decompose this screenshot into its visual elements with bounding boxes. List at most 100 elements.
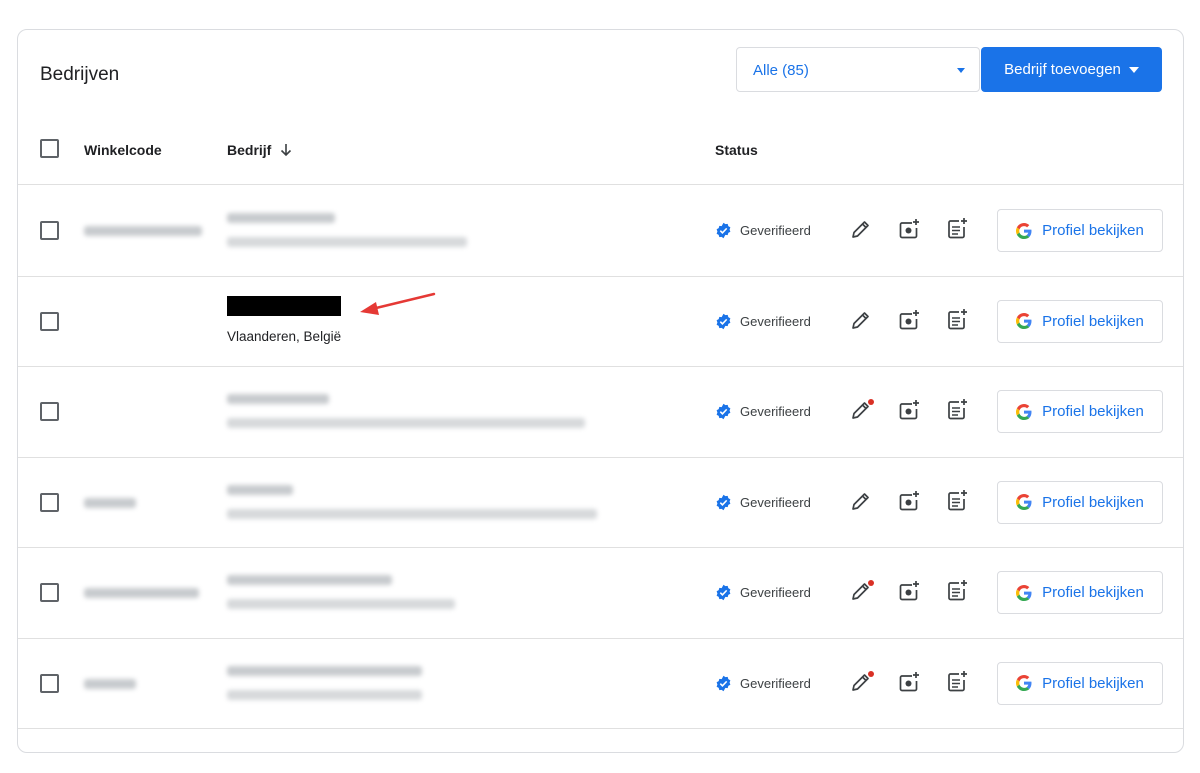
- blurred-store-code: [84, 497, 136, 508]
- status-cell: Geverifieerd: [715, 222, 811, 239]
- add-post-icon: [948, 670, 967, 691]
- blurred-store-code: [84, 588, 199, 598]
- caret-down-icon: [957, 68, 965, 73]
- google-g-logo: [1016, 403, 1032, 420]
- verified-badge-icon: [716, 313, 731, 329]
- column-header-company-label: Bedrijf: [227, 142, 272, 158]
- column-header-store-code[interactable]: Winkelcode: [84, 142, 162, 158]
- blurred-store-code: [84, 226, 202, 236]
- blurred-company-address: [227, 418, 585, 428]
- google-g-logo: [1016, 313, 1032, 329]
- edit-button[interactable]: [849, 489, 873, 513]
- view-profile-label: Profiel bekijken: [1042, 403, 1144, 420]
- column-header-status[interactable]: Status: [715, 142, 758, 158]
- edit-button[interactable]: [849, 579, 874, 603]
- add-post-icon: [948, 580, 967, 601]
- blurred-company-address: [227, 508, 597, 519]
- add-photo-button[interactable]: [897, 670, 921, 694]
- add-post-button[interactable]: [945, 217, 969, 241]
- table-header: Winkelcode Bedrijf Status: [18, 129, 1183, 185]
- row-checkbox[interactable]: [40, 311, 59, 331]
- add-photo-button[interactable]: [897, 398, 921, 422]
- add-post-icon: [948, 489, 967, 510]
- blurred-company-name: [227, 665, 422, 676]
- add-post-button[interactable]: [945, 398, 969, 422]
- verified-badge-icon: [716, 403, 731, 420]
- edit-button[interactable]: [849, 308, 873, 332]
- table-row[interactable]: Geverifieerd: [18, 277, 1183, 367]
- status-cell: Geverifieerd: [715, 313, 811, 330]
- table-row[interactable]: Geverifieerd: [18, 639, 1183, 729]
- status-label: Geverifieerd: [740, 675, 811, 691]
- view-profile-button[interactable]: Profiel bekijken: [997, 661, 1163, 705]
- google-g-logo: [1016, 584, 1032, 601]
- table-row[interactable]: Geverifieerd: [18, 458, 1183, 548]
- filter-selected-value: Alle (85): [753, 62, 809, 79]
- row-checkbox[interactable]: [40, 673, 59, 693]
- table-row[interactable]: Geverifieerd: [18, 186, 1183, 277]
- select-all-checkbox[interactable]: [40, 139, 59, 158]
- status-cell: Geverifieerd: [715, 494, 811, 511]
- verified-badge-icon: [716, 222, 731, 239]
- caret-down-icon: [1128, 66, 1139, 73]
- annotation-arrow-icon: [360, 292, 436, 315]
- blurred-company-address: [227, 689, 422, 700]
- status-label: Geverifieerd: [740, 404, 811, 419]
- table-row[interactable]: Geverifieerd: [18, 367, 1183, 458]
- notification-dot: [868, 580, 874, 586]
- blurred-company-name: [227, 575, 392, 585]
- blurred-company-name: [227, 484, 293, 495]
- status-cell: Geverifieerd: [715, 403, 811, 420]
- view-profile-button[interactable]: Profiel bekijken: [997, 390, 1163, 433]
- blurred-store-code: [84, 678, 136, 689]
- status-cell: Geverifieerd: [715, 675, 811, 692]
- add-post-button[interactable]: [945, 308, 969, 332]
- view-profile-button[interactable]: Profiel bekijken: [997, 299, 1163, 343]
- status-cell: Geverifieerd: [715, 584, 811, 601]
- pencil-icon: [852, 311, 869, 329]
- status-label: Geverifieerd: [740, 585, 811, 600]
- filter-dropdown[interactable]: Alle (85): [736, 47, 980, 92]
- add-photo-icon: [899, 219, 919, 239]
- view-profile-button[interactable]: Profiel bekijken: [997, 209, 1163, 252]
- view-profile-label: Profiel bekijken: [1042, 674, 1144, 692]
- google-g-logo: [1016, 494, 1032, 510]
- row-checkbox[interactable]: [40, 221, 59, 240]
- row-checkbox[interactable]: [40, 492, 59, 512]
- view-profile-button[interactable]: Profiel bekijken: [997, 480, 1163, 524]
- google-g-logo: [1016, 222, 1032, 239]
- add-post-button[interactable]: [945, 670, 969, 694]
- notification-dot: [868, 670, 874, 677]
- add-business-button[interactable]: Bedrijf toevoegen: [981, 47, 1162, 92]
- company-address: Vlaanderen, België: [227, 328, 342, 344]
- blurred-company-name: [227, 213, 335, 223]
- row-checkbox[interactable]: [40, 583, 59, 602]
- add-post-icon: [948, 218, 967, 239]
- column-header-company[interactable]: Bedrijf: [227, 142, 293, 158]
- view-profile-button[interactable]: Profiel bekijken: [997, 571, 1163, 614]
- add-post-button[interactable]: [945, 489, 969, 513]
- verified-badge-icon: [716, 494, 731, 510]
- row-checkbox[interactable]: [40, 402, 59, 421]
- blurred-company-address: [227, 599, 455, 609]
- status-label: Geverifieerd: [740, 313, 811, 329]
- edit-button[interactable]: [849, 670, 874, 694]
- add-post-icon: [948, 308, 967, 329]
- add-photo-icon: [899, 309, 919, 329]
- view-profile-label: Profiel bekijken: [1042, 493, 1144, 511]
- google-g-logo: [1016, 675, 1032, 691]
- edit-button[interactable]: [849, 217, 873, 241]
- add-post-button[interactable]: [945, 579, 969, 603]
- add-post-icon: [948, 399, 967, 420]
- add-photo-icon: [899, 490, 919, 510]
- table-row[interactable]: Geverifieerd: [18, 548, 1183, 639]
- add-photo-button[interactable]: [897, 217, 921, 241]
- add-photo-icon: [899, 400, 919, 420]
- page-title: Bedrijven: [40, 64, 120, 85]
- add-photo-button[interactable]: [897, 489, 921, 513]
- edit-button[interactable]: [849, 398, 874, 422]
- add-photo-icon: [899, 581, 919, 601]
- add-photo-button[interactable]: [897, 579, 921, 603]
- pencil-icon: [852, 492, 869, 510]
- add-photo-button[interactable]: [897, 308, 921, 332]
